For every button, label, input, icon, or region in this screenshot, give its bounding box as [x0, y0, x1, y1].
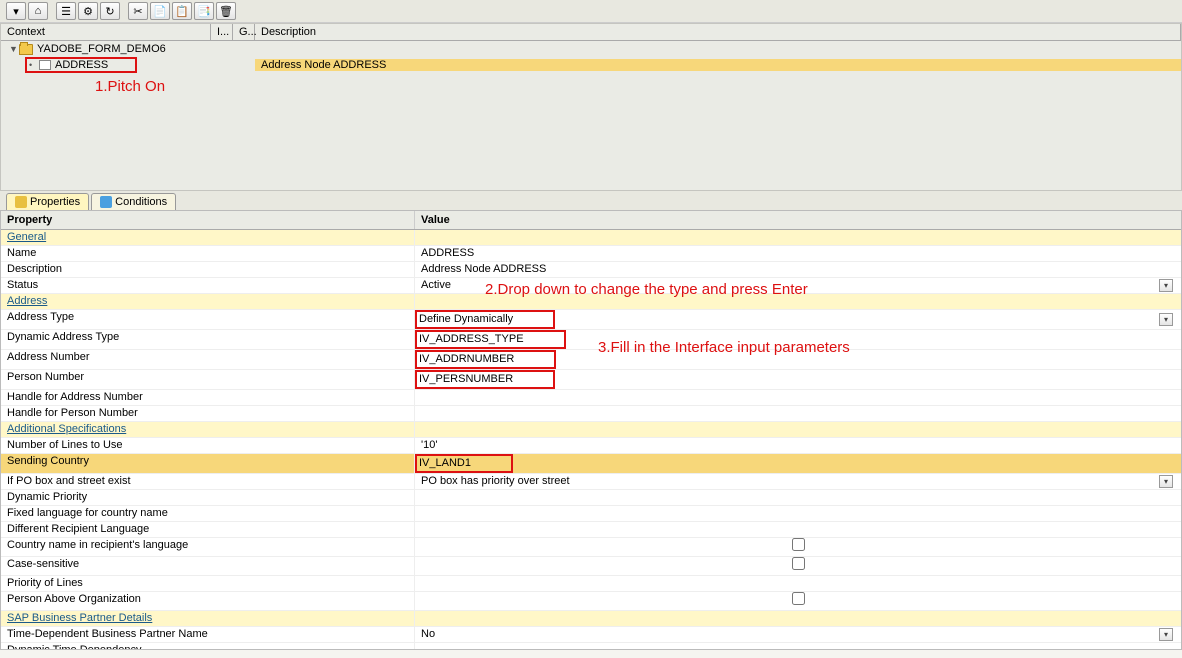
row-description[interactable]: DescriptionAddress Node ADDRESS	[1, 262, 1181, 278]
country-in-lang-check[interactable]	[792, 538, 805, 551]
cut-icon[interactable]: ✂	[128, 2, 148, 20]
row-address-type[interactable]: Address Type Define Dynamically ▾	[1, 310, 1181, 330]
row-time-bp[interactable]: Time-Dependent Business Partner Name No …	[1, 627, 1181, 643]
row-person-number[interactable]: Person Number IV_PERSNUMBER	[1, 370, 1181, 390]
child-label: ADDRESS	[55, 59, 108, 71]
property-tabs: Properties Conditions	[0, 191, 1182, 210]
settings-icon[interactable]: ⚙	[78, 2, 98, 20]
expand-icon[interactable]: ▼	[9, 44, 17, 54]
row-diff-language[interactable]: Different Recipient Language	[1, 522, 1181, 538]
paste-icon[interactable]: 📋	[172, 2, 192, 20]
properties-grid: Property Value General NameADDRESS Descr…	[0, 210, 1182, 650]
tree-root-row[interactable]: ▼ YADOBE_FORM_DEMO6	[1, 41, 1181, 57]
leaf-icon: •	[29, 60, 37, 70]
row-country-in-lang[interactable]: Country name in recipient's language	[1, 538, 1181, 557]
col-g: G...	[233, 24, 255, 40]
duplicate-icon[interactable]: 📑	[194, 2, 214, 20]
group-address: Address	[1, 294, 1181, 310]
person-above-check[interactable]	[792, 592, 805, 605]
group-general: General	[1, 230, 1181, 246]
tab-properties[interactable]: Properties	[6, 193, 89, 210]
properties-icon	[15, 196, 27, 208]
prop-header: Property	[1, 211, 415, 229]
trash-icon[interactable]: 🗑	[216, 2, 236, 20]
row-dynamic-time[interactable]: Dynamic Time Dependency	[1, 643, 1181, 650]
row-name[interactable]: NameADDRESS	[1, 246, 1181, 262]
child-desc: Address Node ADDRESS	[255, 59, 1181, 71]
group-additional-spec: Additional Specifications	[1, 422, 1181, 438]
row-address-number[interactable]: Address Number IV_ADDRNUMBER	[1, 350, 1181, 370]
node-icon	[39, 60, 51, 70]
row-pobox[interactable]: If PO box and street exist PO box has pr…	[1, 474, 1181, 490]
row-handle-address[interactable]: Handle for Address Number	[1, 390, 1181, 406]
row-nlines[interactable]: Number of Lines to Use'10'	[1, 438, 1181, 454]
tab-conditions[interactable]: Conditions	[91, 193, 176, 210]
copy-icon[interactable]: 📄	[150, 2, 170, 20]
pobox-dropdown[interactable]: ▾	[1159, 475, 1173, 488]
address-type-dropdown[interactable]: ▾	[1159, 313, 1173, 326]
row-person-above[interactable]: Person Above Organization	[1, 592, 1181, 611]
row-fixed-language[interactable]: Fixed language for country name	[1, 506, 1181, 522]
tab-properties-label: Properties	[30, 196, 80, 208]
filter-icon[interactable]: ▾	[6, 2, 26, 20]
config-icon[interactable]: ☰	[56, 2, 76, 20]
group-sap-bp: SAP Business Partner Details	[1, 611, 1181, 627]
col-i: I...	[211, 24, 233, 40]
form-toolbar: ▾ ⌂ ☰ ⚙ ↻ ✂ 📄 📋 📑 🗑	[0, 0, 1182, 23]
conditions-icon	[100, 196, 112, 208]
context-tree: Context I... G... Description ▼ YADOBE_F…	[0, 23, 1182, 191]
row-dynamic-priority[interactable]: Dynamic Priority	[1, 490, 1181, 506]
row-dynamic-address-type[interactable]: Dynamic Address Type IV_ADDRESS_TYPE	[1, 330, 1181, 350]
status-dropdown[interactable]: ▾	[1159, 279, 1173, 292]
folder-icon	[19, 44, 33, 55]
row-priority-lines[interactable]: Priority of Lines	[1, 576, 1181, 592]
row-sending-country[interactable]: Sending Country IV_LAND1	[1, 454, 1181, 474]
col-context: Context	[1, 24, 211, 40]
tab-conditions-label: Conditions	[115, 196, 167, 208]
timebp-dropdown[interactable]: ▾	[1159, 628, 1173, 641]
root-label: YADOBE_FORM_DEMO6	[37, 43, 166, 55]
tree-address-row[interactable]: • ADDRESS Address Node ADDRESS	[1, 57, 1181, 73]
home-icon[interactable]: ⌂	[28, 2, 48, 20]
value-header: Value	[415, 211, 1181, 229]
row-handle-person[interactable]: Handle for Person Number	[1, 406, 1181, 422]
case-sensitive-check[interactable]	[792, 557, 805, 570]
col-description: Description	[255, 24, 1181, 40]
refresh-icon[interactable]: ↻	[100, 2, 120, 20]
row-case-sensitive[interactable]: Case-sensitive	[1, 557, 1181, 576]
row-status[interactable]: Status Active ▾	[1, 278, 1181, 294]
